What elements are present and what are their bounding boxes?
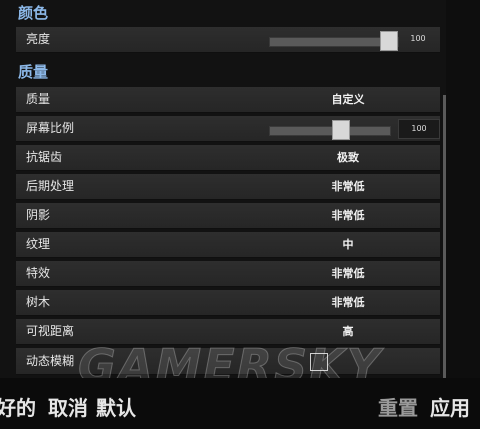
setting-row-texture[interactable]: 纹理 中 [16, 232, 440, 258]
ok-button[interactable]: 好的 [0, 392, 36, 421]
section-title-quality: 质量 [18, 63, 49, 81]
section-title-color: 颜色 [18, 4, 49, 22]
footer-bar: 好的 取消 默认 重置 应用 [0, 378, 480, 429]
trees-value[interactable]: 非常低 [332, 290, 365, 315]
motion-blur-label: 动态模糊 [26, 354, 75, 368]
brightness-value: 100 [410, 34, 426, 43]
apply-button[interactable]: 应用 [430, 392, 470, 421]
screen-ratio-slider-track[interactable] [269, 126, 391, 136]
setting-row-screen-ratio: 屏幕比例 100 [16, 116, 440, 142]
setting-row-quality[interactable]: 质量 自定义 [16, 87, 440, 113]
view-distance-label: 可视距离 [26, 324, 75, 338]
setting-row-antialias[interactable]: 抗锯齿 极致 [16, 145, 440, 171]
setting-row-trees[interactable]: 树木 非常低 [16, 290, 440, 316]
trees-label: 树木 [26, 295, 51, 309]
postprocess-label: 后期处理 [26, 179, 75, 193]
effects-value[interactable]: 非常低 [332, 261, 365, 286]
texture-label: 纹理 [26, 237, 51, 251]
setting-row-brightness: 亮度 100 [16, 27, 440, 53]
screen-ratio-label: 屏幕比例 [26, 121, 75, 135]
settings-scrollbar[interactable] [443, 95, 446, 378]
setting-row-postprocess[interactable]: 后期处理 非常低 [16, 174, 440, 200]
quality-value[interactable]: 自定义 [332, 87, 365, 112]
quality-label: 质量 [26, 92, 51, 106]
brightness-label: 亮度 [26, 32, 51, 46]
screen-ratio-slider-thumb[interactable] [332, 120, 350, 140]
default-button[interactable]: 默认 [96, 392, 136, 421]
antialias-value[interactable]: 极致 [337, 145, 359, 170]
setting-row-shadow[interactable]: 阴影 非常低 [16, 203, 440, 229]
effects-label: 特效 [26, 266, 51, 280]
shadow-value[interactable]: 非常低 [332, 203, 365, 228]
antialias-label: 抗锯齿 [26, 150, 63, 164]
brightness-slider-thumb[interactable] [380, 31, 398, 51]
reset-button[interactable]: 重置 [378, 392, 418, 421]
cancel-button[interactable]: 取消 [48, 392, 88, 421]
setting-row-effects[interactable]: 特效 非常低 [16, 261, 440, 287]
panel-edge [446, 0, 480, 378]
shadow-label: 阴影 [26, 208, 51, 222]
postprocess-value[interactable]: 非常低 [332, 174, 365, 199]
texture-value[interactable]: 中 [343, 232, 354, 257]
screen-ratio-value[interactable]: 100 [398, 119, 440, 139]
